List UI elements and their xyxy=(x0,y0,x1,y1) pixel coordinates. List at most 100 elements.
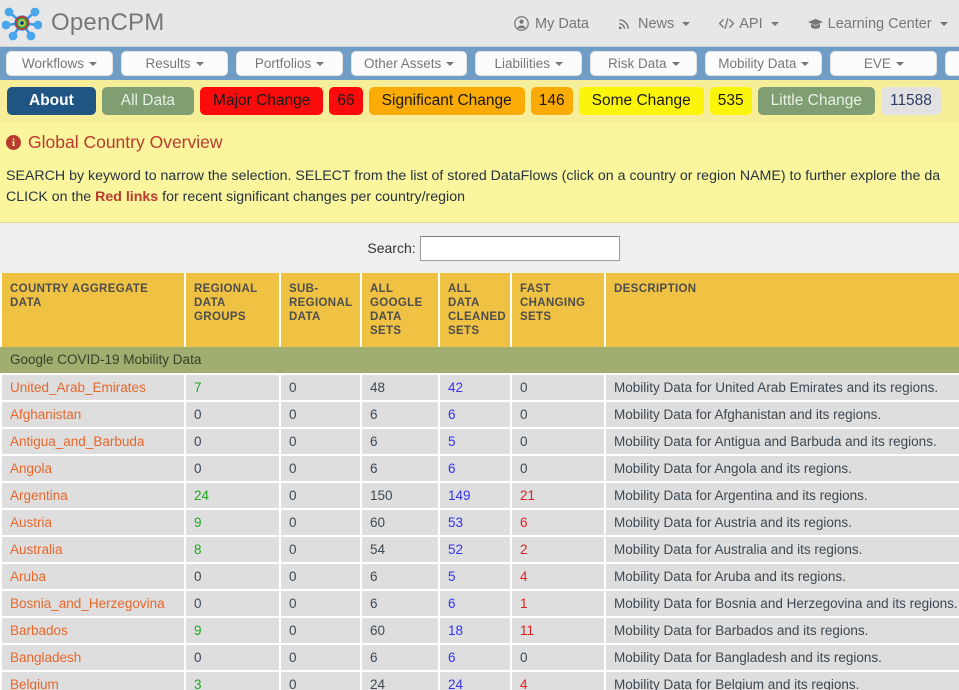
table-row[interactable]: Austria9060536Mobility Data for Austria … xyxy=(0,510,959,537)
count-major-change[interactable]: 66 xyxy=(329,87,362,115)
cell-country[interactable]: Australia xyxy=(0,537,186,564)
cell-sub-regional-data: 0 xyxy=(281,618,362,645)
cell-all-google-data-sets: 6 xyxy=(362,429,440,456)
nav-my-data-label: My Data xyxy=(535,16,589,32)
cell-sub-regional-data: 0 xyxy=(281,402,362,429)
cell-sub-regional-data: 0 xyxy=(281,375,362,402)
menu-item-eve[interactable]: EVE xyxy=(830,51,937,76)
table-row[interactable]: Belgium3024244Mobility Data for Belgium … xyxy=(0,672,959,690)
cell-description: Mobility Data for United Arab Emirates a… xyxy=(606,375,959,402)
top-navigation-bar: OpenCPM My Data News xyxy=(0,0,959,47)
cell-country[interactable]: Barbados xyxy=(0,618,186,645)
brand-logo-area[interactable]: OpenCPM xyxy=(0,3,164,43)
count-some-change[interactable]: 535 xyxy=(710,87,752,115)
page-title: Global Country Overview xyxy=(28,132,223,153)
cell-all-data-cleaned-sets: 6 xyxy=(440,591,512,618)
cell-regional-data-groups: 7 xyxy=(186,375,281,402)
cell-fast-changing-sets: 11 xyxy=(512,618,606,645)
cell-regional-data-groups: 0 xyxy=(186,402,281,429)
table-row[interactable]: Bangladesh00660Mobility Data for Banglad… xyxy=(0,645,959,672)
column-header-sub-regional-data[interactable]: SUB-REGIONAL DATA xyxy=(281,273,362,347)
column-header-description[interactable]: DESCRIPTION xyxy=(606,273,959,347)
cell-country[interactable]: Bangladesh xyxy=(0,645,186,672)
nav-learning-center[interactable]: Learning Center xyxy=(793,0,959,47)
menu-item-portfolios-label: Portfolios xyxy=(255,56,311,71)
column-header-fast-changing-sets[interactable]: FAST CHANGING SETS xyxy=(512,273,606,347)
cell-sub-regional-data: 0 xyxy=(281,564,362,591)
nav-news-label: News xyxy=(638,16,674,32)
cell-country[interactable]: Antigua_and_Barbuda xyxy=(0,429,186,456)
menu-item-workflows[interactable]: Workflows xyxy=(6,51,113,76)
cell-regional-data-groups: 0 xyxy=(186,591,281,618)
info-banner-title-row: i Global Country Overview xyxy=(6,132,949,153)
tab-all-data[interactable]: All Data xyxy=(102,87,194,115)
table-body: Google COVID-19 Mobility DataUnited_Arab… xyxy=(0,347,959,690)
chevron-down-icon xyxy=(446,62,454,66)
cell-country[interactable]: Afghanistan xyxy=(0,402,186,429)
cell-all-data-cleaned-sets: 18 xyxy=(440,618,512,645)
menu-item-liabilities[interactable]: Liabilities xyxy=(475,51,582,76)
cell-regional-data-groups: 9 xyxy=(186,618,281,645)
filter-some-change[interactable]: Some Change xyxy=(579,87,704,115)
table-row[interactable]: Barbados90601811Mobility Data for Barbad… xyxy=(0,618,959,645)
chevron-down-icon xyxy=(682,22,690,26)
cell-country[interactable]: Belgium xyxy=(0,672,186,690)
status-badge-row: About All Data Major Change 66 Significa… xyxy=(0,80,959,122)
nav-api-label: API xyxy=(739,16,762,32)
column-header-all-data-cleaned-sets[interactable]: ALL DATA CLEANED SETS xyxy=(440,273,512,347)
menu-item-workflows-label: Workflows xyxy=(22,56,84,71)
count-significant-change[interactable]: 146 xyxy=(531,87,573,115)
cell-description: Mobility Data for Angola and its regions… xyxy=(606,456,959,483)
cell-fast-changing-sets: 4 xyxy=(512,672,606,690)
cell-country[interactable]: Argentina xyxy=(0,483,186,510)
table-row[interactable]: United_Arab_Emirates7048420Mobility Data… xyxy=(0,375,959,402)
user-circle-icon xyxy=(514,16,529,31)
column-header-country-aggregate-data[interactable]: COUNTRY AGGREGATE DATA xyxy=(0,273,186,347)
search-input[interactable] xyxy=(420,236,620,261)
filter-little-change[interactable]: Little Change xyxy=(758,87,875,115)
count-little-change[interactable]: 11588 xyxy=(881,87,941,115)
table-row[interactable]: Afghanistan00660Mobility Data for Afghan… xyxy=(0,402,959,429)
nav-my-data[interactable]: My Data xyxy=(500,0,603,47)
cell-all-data-cleaned-sets: 42 xyxy=(440,375,512,402)
table-row[interactable]: Bosnia_and_Herzegovina00661Mobility Data… xyxy=(0,591,959,618)
table-row[interactable]: Antigua_and_Barbuda00650Mobility Data fo… xyxy=(0,429,959,456)
filter-significant-change[interactable]: Significant Change xyxy=(369,87,525,115)
cell-country[interactable]: United_Arab_Emirates xyxy=(0,375,186,402)
tab-about[interactable]: About xyxy=(7,87,96,115)
table-row[interactable]: Australia8054522Mobility Data for Austra… xyxy=(0,537,959,564)
nav-api[interactable]: API xyxy=(704,0,792,47)
menu-item-risk-data[interactable]: Risk Data xyxy=(590,51,697,76)
menu-item-mobility-data[interactable]: Mobility Data xyxy=(705,51,822,76)
cell-country[interactable]: Austria xyxy=(0,510,186,537)
cell-country[interactable]: Aruba xyxy=(0,564,186,591)
table-row[interactable]: Angola00660Mobility Data for Angola and … xyxy=(0,456,959,483)
cell-all-google-data-sets: 6 xyxy=(362,456,440,483)
table-row[interactable]: Argentina24015014921Mobility Data for Ar… xyxy=(0,483,959,510)
cell-country[interactable]: Bosnia_and_Herzegovina xyxy=(0,591,186,618)
menu-item-other-assets[interactable]: Other Assets xyxy=(351,51,467,76)
cell-regional-data-groups: 8 xyxy=(186,537,281,564)
red-links-label[interactable]: Red links xyxy=(95,189,158,205)
menu-item-results[interactable]: Results xyxy=(121,51,228,76)
cell-description: Mobility Data for Bangladesh and its reg… xyxy=(606,645,959,672)
filter-major-change[interactable]: Major Change xyxy=(200,87,323,115)
cell-fast-changing-sets: 21 xyxy=(512,483,606,510)
cell-country[interactable]: Angola xyxy=(0,456,186,483)
column-header-all-google-data-sets[interactable]: ALL GOOGLE DATA SETS xyxy=(362,273,440,347)
chevron-down-icon xyxy=(672,62,680,66)
menu-item-liabilities-label: Liabilities xyxy=(495,56,551,71)
cell-all-google-data-sets: 6 xyxy=(362,645,440,672)
table-row[interactable]: Aruba00654Mobility Data for Aruba and it… xyxy=(0,564,959,591)
column-header-regional-data-groups[interactable]: REGIONAL DATA GROUPS xyxy=(186,273,281,347)
cell-sub-regional-data: 0 xyxy=(281,510,362,537)
menu-item-other-assets-label: Other Assets xyxy=(364,56,441,71)
cell-description: Mobility Data for Argentina and its regi… xyxy=(606,483,959,510)
nav-news[interactable]: News xyxy=(603,0,704,47)
menu-item-risk[interactable]: Risk xyxy=(945,51,959,76)
info-circle-icon: i xyxy=(6,135,21,150)
cell-all-data-cleaned-sets: 149 xyxy=(440,483,512,510)
menu-item-portfolios[interactable]: Portfolios xyxy=(236,51,343,76)
cell-sub-regional-data: 0 xyxy=(281,456,362,483)
secondary-menu-bar: Workflows Results Portfolios Other Asset… xyxy=(0,47,959,80)
